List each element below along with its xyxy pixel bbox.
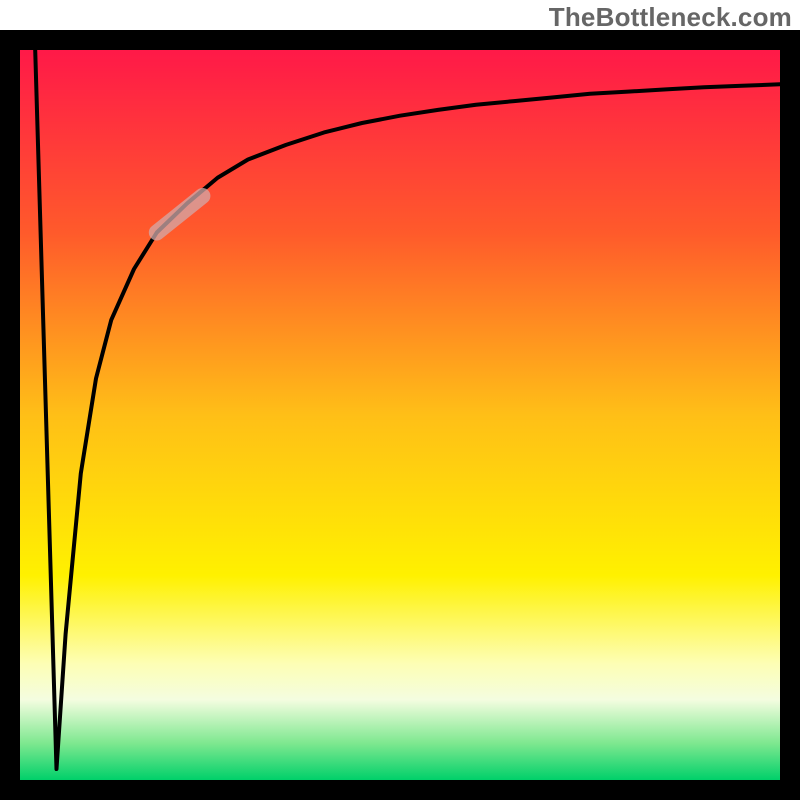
watermark-text: TheBottleneck.com — [549, 2, 792, 33]
chart-frame: TheBottleneck.com — [0, 0, 800, 800]
plot-background — [20, 50, 780, 780]
bottleneck-curve-chart — [0, 0, 800, 800]
